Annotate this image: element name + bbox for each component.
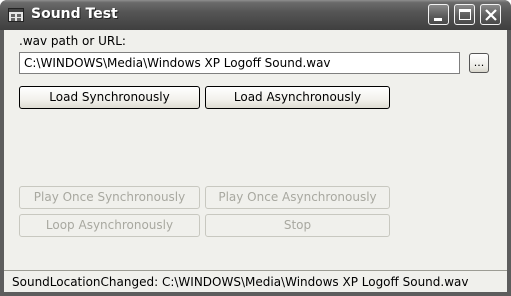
play-once-synchronously-button[interactable]: Play Once Synchronously <box>19 186 200 209</box>
title-bar[interactable]: Sound Test <box>0 0 511 30</box>
play-once-asynchronously-button[interactable]: Play Once Asynchronously <box>205 186 390 209</box>
maximize-icon <box>459 9 471 20</box>
path-label: .wav path or URL: <box>19 34 126 48</box>
sound-test-window: Sound Test .wav path or URL: ... Load Sy… <box>0 0 511 296</box>
window-title: Sound Test <box>31 6 118 22</box>
app-window-icon <box>8 8 24 22</box>
status-bar: SoundLocationChanged: C:\WINDOWS\Media\W… <box>4 270 507 292</box>
path-input[interactable] <box>19 52 460 74</box>
loop-asynchronously-button[interactable]: Loop Asynchronously <box>19 214 200 237</box>
status-text: SoundLocationChanged: C:\WINDOWS\Media\W… <box>12 275 469 289</box>
minimize-icon <box>434 18 442 21</box>
window-frame-bottom <box>0 292 511 296</box>
minimize-button[interactable] <box>428 4 449 25</box>
close-icon <box>485 9 497 21</box>
close-button[interactable] <box>480 4 501 25</box>
stop-button[interactable]: Stop <box>205 214 390 237</box>
maximize-button[interactable] <box>454 4 475 25</box>
load-asynchronously-button[interactable]: Load Asynchronously <box>205 86 390 109</box>
load-synchronously-button[interactable]: Load Synchronously <box>19 86 200 109</box>
browse-button[interactable]: ... <box>469 53 489 73</box>
